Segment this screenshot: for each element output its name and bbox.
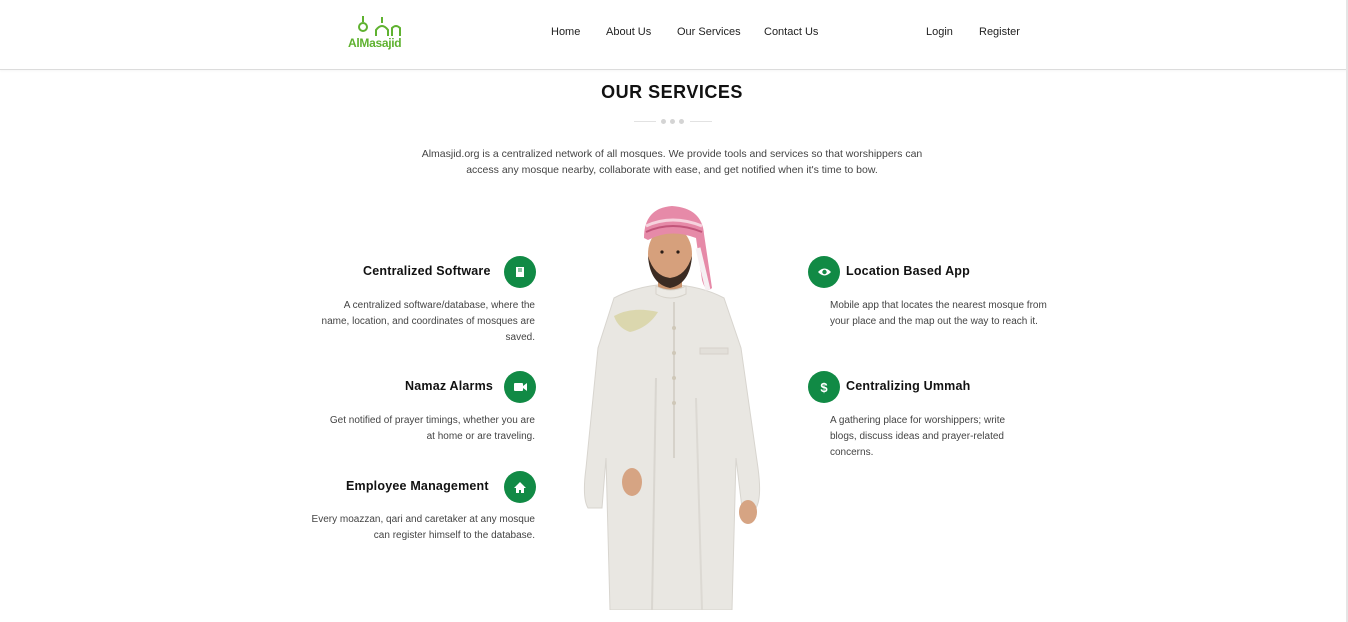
site-header: AlMasajid Home About Us Our Services Con… [0, 0, 1348, 70]
nav-home[interactable]: Home [551, 26, 580, 38]
book-icon [504, 256, 536, 288]
nav-register[interactable]: Register [979, 26, 1020, 38]
service-title: Location Based App [846, 264, 970, 278]
service-title: Employee Management [346, 479, 489, 493]
service-description: A centralized software/database, where t… [321, 300, 535, 343]
service-title: Centralizing Ummah [846, 379, 971, 393]
service-description: A gathering place for worshippers; write… [830, 415, 1006, 458]
eye-icon [808, 256, 840, 288]
service-description: Mobile app that locates the nearest mosq… [830, 300, 1047, 327]
mosque-logo-icon [358, 16, 401, 36]
section-intro: Almasjid.org is a centralized network of… [421, 148, 923, 176]
nav-our-services[interactable]: Our Services [677, 26, 741, 38]
service-description: Every moazzan, qari and caretaker at any… [311, 514, 535, 541]
service-title: Centralized Software [363, 264, 491, 278]
logo-text: AlMasajid [348, 36, 402, 50]
dollar-icon: $ [808, 371, 840, 403]
home-icon [504, 471, 536, 503]
nav-about-us[interactable]: About Us [606, 26, 651, 38]
services-photo [536, 198, 808, 611]
service-title: Namaz Alarms [405, 379, 494, 393]
nav-login[interactable]: Login [926, 26, 953, 38]
logo[interactable]: AlMasajid [346, 14, 410, 52]
nav-contact-us[interactable]: Contact Us [764, 26, 818, 38]
service-description: Get notified of prayer timings, whether … [329, 415, 535, 442]
video-camera-icon [504, 371, 536, 403]
section-title: OUR SERVICES [601, 82, 743, 102]
title-divider [634, 118, 712, 126]
